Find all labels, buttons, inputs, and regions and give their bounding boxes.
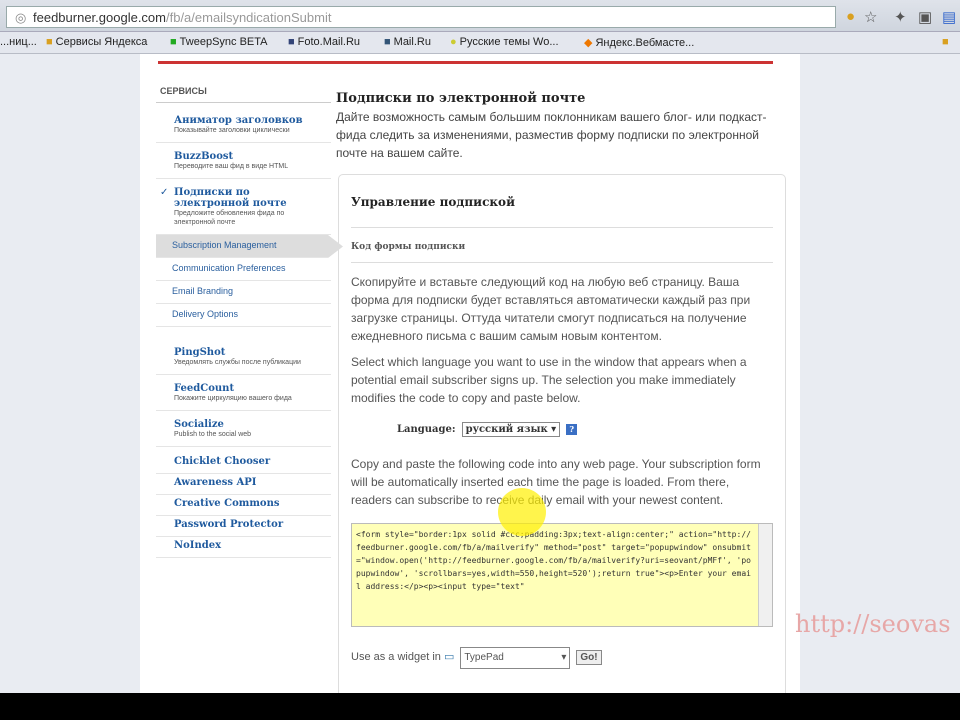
tweepsync-icon: ■: [170, 36, 177, 48]
checkmark-icon: ✓: [160, 187, 169, 198]
bookmark[interactable]: ■ Mail.Ru: [384, 36, 431, 48]
rss-icon[interactable]: ●: [846, 8, 855, 25]
go-button[interactable]: Go!: [576, 650, 602, 665]
url-input[interactable]: ◎ feedburner.google.com/fb/a/emailsyndica…: [6, 6, 836, 28]
wordpress-icon: ●: [450, 36, 457, 48]
subscription-management-panel: Управление подпиской Код формы подписки …: [338, 174, 786, 704]
sidebar-service-active[interactable]: ✓ Подписки по электронной почте Предложите…: [156, 185, 331, 235]
sub-item-delivery-options[interactable]: Delivery Options: [156, 304, 331, 327]
top-tabs: [158, 54, 773, 64]
sidebar-link[interactable]: Chicklet Chooser: [156, 453, 331, 474]
scrollbar[interactable]: [758, 524, 772, 626]
sidebar-service[interactable]: BuzzBoost Переводите ваш фид в виде HTML: [156, 149, 331, 179]
sub-item-subscription-management[interactable]: Subscription Management: [156, 235, 343, 258]
folder-icon: ■: [46, 36, 53, 48]
tools-icon[interactable]: ▤: [942, 8, 956, 26]
code-instructions: Copy and paste the following code into a…: [351, 457, 761, 507]
bookmark[interactable]: ■ Сервисы Яндекса: [46, 36, 147, 48]
sidebar-link[interactable]: Password Protector: [156, 516, 331, 537]
foto-icon: ■: [288, 36, 295, 48]
bookmark[interactable]: ...ниц...: [0, 36, 37, 48]
section-title: Код формы подписки: [351, 238, 773, 263]
other-bookmarks-folder-icon[interactable]: ■: [942, 36, 949, 48]
address-bar-area: ◎ feedburner.google.com/fb/a/emailsyndica…: [0, 0, 960, 32]
sidebar-link[interactable]: NoIndex: [156, 537, 331, 558]
help-icon[interactable]: ?: [566, 424, 578, 435]
sidebar-heading: СЕРВИСЫ: [156, 82, 331, 103]
bookmark[interactable]: ■ Foto.Mail.Ru: [288, 36, 360, 48]
cursor-highlight: [498, 488, 546, 536]
sidebar: СЕРВИСЫ Аниматор заголовков Показывайте з…: [156, 82, 343, 558]
video-letterbox-bar: [0, 693, 960, 720]
language-row: Language: русский язык ▾?: [397, 421, 773, 439]
language-instructions: Select which language you want to use in…: [351, 355, 747, 405]
watermark: http://seovas: [795, 610, 951, 638]
widget-row: Use as a widget in ▭ TypePad ▾ Go!: [351, 647, 773, 669]
page-icon[interactable]: ▣: [918, 8, 932, 26]
mailru-icon: ■: [384, 36, 391, 48]
sidebar-service[interactable]: Socialize Publish to the social web: [156, 417, 331, 447]
yandex-icon: ◆: [584, 37, 593, 49]
feedburner-page: СЕРВИСЫ Аниматор заголовков Показывайте з…: [140, 54, 800, 704]
page-title: Подписки по электронной почте: [336, 91, 586, 106]
instructions-ru: Скопируйте и вставьте следующий код на л…: [351, 275, 751, 343]
language-select[interactable]: русский язык ▾: [461, 422, 561, 437]
sub-item-communication-preferences[interactable]: Communication Preferences: [156, 258, 331, 281]
panel-title: Управление подпиской: [351, 193, 773, 228]
sidebar-link[interactable]: Creative Commons: [156, 495, 331, 516]
code-textarea[interactable]: <form style="border:1px solid #ccc;paddi…: [351, 523, 773, 627]
sub-item-email-branding[interactable]: Email Branding: [156, 281, 331, 304]
extension-icon[interactable]: ✦: [894, 8, 907, 26]
bookmark[interactable]: ◆ Яндекс.Вебмасте...: [584, 36, 694, 49]
main-content: Подписки по электронной почте Дайте возм…: [336, 90, 786, 162]
sidebar-link[interactable]: Awareness API: [156, 474, 331, 495]
typepad-icon: ▭: [443, 651, 455, 663]
bookmark[interactable]: ● Русские темы Wo...: [450, 36, 559, 48]
bookmarks-bar: ...ниц... ■ Сервисы Яндекса ■ TweepSync BE…: [0, 32, 960, 54]
intro-text: Дайте возможность самым большим поклонни…: [336, 110, 767, 160]
sidebar-service[interactable]: PingShot Уведомлять службы после публикац…: [156, 345, 331, 375]
star-icon[interactable]: ☆: [864, 8, 877, 26]
widget-select[interactable]: TypePad ▾: [460, 647, 571, 669]
sidebar-service[interactable]: FeedCount Покажите циркуляцию вашего фида: [156, 381, 331, 411]
bookmark[interactable]: ■ TweepSync BETA: [170, 36, 268, 48]
globe-icon: ◎: [15, 10, 27, 25]
sidebar-service[interactable]: Аниматор заголовков Показывайте заголовки…: [156, 113, 331, 143]
